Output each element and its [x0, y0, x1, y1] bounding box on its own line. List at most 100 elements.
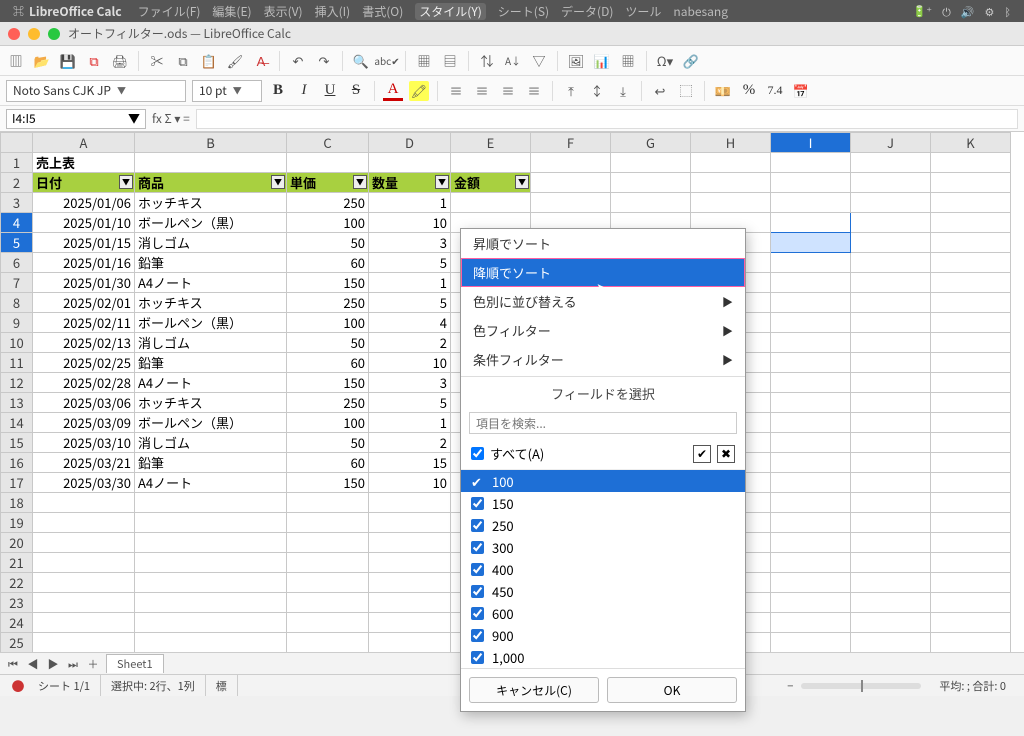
data-cell[interactable]: 10 [369, 213, 451, 233]
data-cell[interactable]: 2025/02/25 [33, 353, 135, 373]
cut-icon[interactable]: ✂ [147, 51, 167, 71]
os-menu-item[interactable]: 編集(E) [212, 3, 251, 20]
row-header[interactable]: 25 [1, 633, 33, 653]
filter-search-input[interactable] [469, 412, 737, 434]
row-header[interactable]: 3 [1, 193, 33, 213]
align-justify-icon[interactable]: ≡ [524, 81, 544, 101]
row-header[interactable]: 15 [1, 433, 33, 453]
row-header[interactable]: 24 [1, 613, 33, 633]
data-cell[interactable]: 250 [287, 393, 369, 413]
data-cell[interactable]: 2025/01/15 [33, 233, 135, 253]
filter-value-checkbox[interactable] [471, 585, 484, 598]
sort-ascending-item[interactable]: 昇順でソート [461, 229, 745, 258]
data-cell[interactable]: ボールペン（黒） [135, 413, 287, 433]
sort-by-color-item[interactable]: 色別に並び替える▶ [461, 287, 745, 316]
clear-format-icon[interactable]: A̶ [251, 51, 271, 71]
highlight-button[interactable]: 🖍 [409, 81, 429, 101]
column-header[interactable]: A [33, 133, 135, 153]
os-menu-item[interactable]: 挿入(I) [315, 3, 351, 20]
filter-values-list[interactable]: ✔1001502503004004506009001,000 [461, 469, 745, 668]
filter-value-checkbox[interactable] [471, 563, 484, 576]
italic-button[interactable]: I [294, 82, 314, 99]
data-cell[interactable]: 100 [287, 413, 369, 433]
data-cell[interactable]: 2025/01/16 [33, 253, 135, 273]
data-cell[interactable]: 消しゴム [135, 333, 287, 353]
minimize-window-button[interactable] [28, 28, 40, 40]
filter-dropdown-button[interactable]: ▼ [515, 175, 529, 189]
tab-add-icon[interactable]: ＋ [86, 656, 100, 672]
data-cell[interactable]: 150 [287, 473, 369, 493]
data-cell[interactable]: A4ノート [135, 473, 287, 493]
row-header[interactable]: 8 [1, 293, 33, 313]
column-header[interactable]: H [691, 133, 771, 153]
row-header[interactable]: 5 [1, 233, 33, 253]
row-header[interactable]: 14 [1, 413, 33, 433]
sort-descending-item[interactable]: 降順でソート [461, 258, 745, 287]
filter-value-checkbox[interactable] [471, 651, 484, 664]
data-cell[interactable]: 1 [369, 193, 451, 213]
paste-icon[interactable]: 📋 [199, 51, 219, 71]
filter-value-checkbox[interactable] [471, 497, 484, 510]
table-header-cell[interactable]: 商品▼ [135, 173, 287, 193]
strike-button[interactable]: S [346, 82, 366, 99]
data-cell[interactable]: 2025/03/10 [33, 433, 135, 453]
data-cell[interactable]: 5 [369, 393, 451, 413]
autofilter-icon[interactable]: ▽ [529, 51, 549, 71]
name-box[interactable]: I4:I5 ▼ [6, 109, 146, 129]
row-icon[interactable]: ▦ [414, 51, 434, 71]
data-cell[interactable]: 50 [287, 233, 369, 253]
data-cell[interactable]: 2025/03/30 [33, 473, 135, 493]
data-cell[interactable]: 15 [369, 453, 451, 473]
font-size-select[interactable]: 10 pt▼ [192, 80, 262, 102]
data-cell[interactable]: 消しゴム [135, 233, 287, 253]
os-menu-item[interactable]: nabesang [673, 3, 728, 20]
column-header[interactable]: G [611, 133, 691, 153]
open-icon[interactable]: 📂 [32, 51, 52, 71]
valign-mid-icon[interactable]: ↕ [587, 81, 607, 101]
data-cell[interactable]: 60 [287, 353, 369, 373]
font-name-select[interactable]: Noto Sans CJK JP▼ [6, 80, 186, 102]
filter-value-checkbox[interactable] [471, 629, 484, 642]
data-cell[interactable]: 2025/02/01 [33, 293, 135, 313]
data-cell[interactable]: ホッチキス [135, 293, 287, 313]
filter-value-checkbox[interactable] [471, 541, 484, 554]
filter-value-row[interactable]: 1,000 [461, 646, 745, 668]
data-cell[interactable]: ホッチキス [135, 193, 287, 213]
data-cell[interactable]: 250 [287, 293, 369, 313]
row-header[interactable]: 7 [1, 273, 33, 293]
new-icon[interactable]: ▥ [6, 51, 26, 71]
filter-value-row[interactable]: 300 [461, 536, 745, 558]
link-icon[interactable]: 🔗 [681, 51, 701, 71]
data-cell[interactable]: ボールペン（黒） [135, 213, 287, 233]
os-menu-item[interactable]: 書式(O) [362, 3, 403, 20]
data-cell[interactable]: 5 [369, 253, 451, 273]
copy-icon[interactable]: ⧉ [173, 51, 193, 71]
filter-value-row[interactable]: 400 [461, 558, 745, 580]
data-cell[interactable]: 鉛筆 [135, 353, 287, 373]
data-cell[interactable]: ボールペン（黒） [135, 313, 287, 333]
column-header[interactable]: B [135, 133, 287, 153]
table-header-cell[interactable]: 金額▼ [451, 173, 531, 193]
filter-value-row[interactable]: 450 [461, 580, 745, 602]
selected-cell[interactable] [771, 233, 851, 253]
sort-asc-icon[interactable]: ⇅ [477, 51, 497, 71]
zoom-slider[interactable] [801, 683, 921, 689]
data-cell[interactable]: 2025/01/10 [33, 213, 135, 233]
underline-button[interactable]: U [320, 82, 340, 99]
column-header[interactable]: D [369, 133, 451, 153]
os-menu-item[interactable]: ツール [625, 3, 661, 20]
data-cell[interactable]: ホッチキス [135, 393, 287, 413]
data-cell[interactable]: 5 [369, 293, 451, 313]
data-cell[interactable]: 3 [369, 373, 451, 393]
row-header[interactable]: 10 [1, 333, 33, 353]
column-header[interactable]: K [931, 133, 1011, 153]
zoom-window-button[interactable] [48, 28, 60, 40]
align-left-icon[interactable]: ≡ [446, 81, 466, 101]
chart-icon[interactable]: 📊 [592, 51, 612, 71]
data-cell[interactable]: 1 [369, 413, 451, 433]
uncheck-all-button[interactable]: ✖ [717, 445, 735, 463]
data-cell[interactable]: 250 [287, 193, 369, 213]
check-all-button[interactable]: ✔ [693, 445, 711, 463]
data-cell[interactable]: 2025/02/11 [33, 313, 135, 333]
row-header[interactable]: 12 [1, 373, 33, 393]
